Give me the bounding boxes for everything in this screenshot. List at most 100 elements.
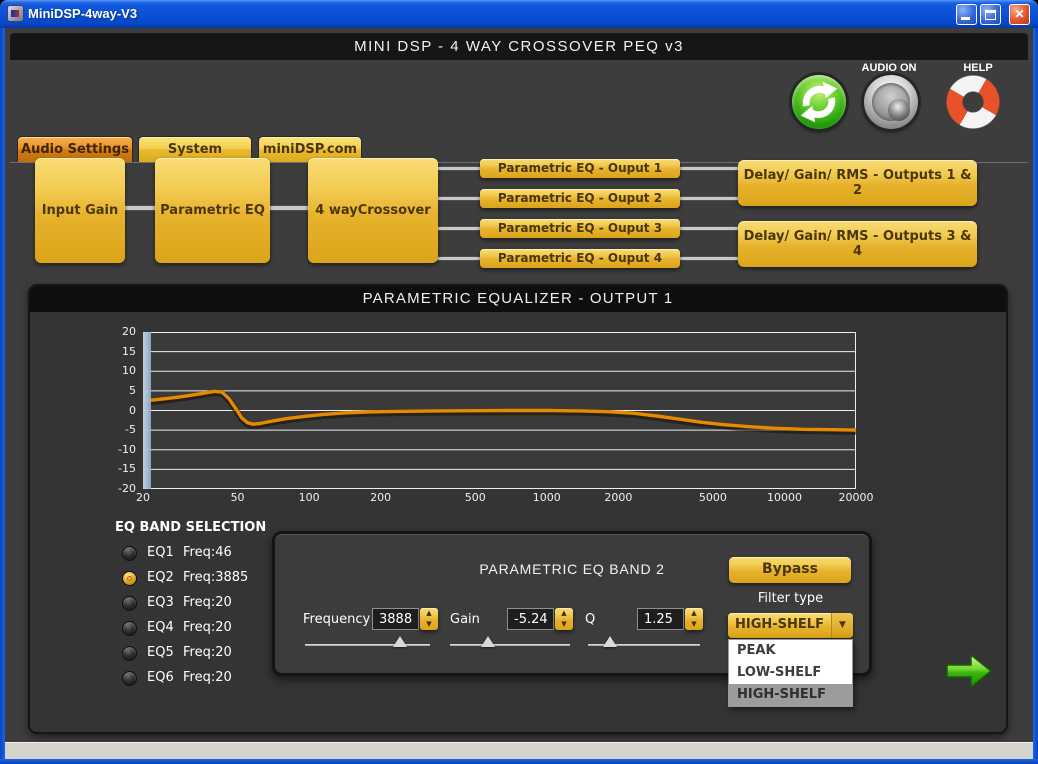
- connector-line: [268, 205, 313, 211]
- eq-band-label[interactable]: EQ1: [147, 545, 174, 560]
- app-title: MINI DSP - 4 WAY CROSSOVER PEQ v3: [10, 33, 1028, 60]
- delay-gain-rms-34-button[interactable]: Delay/ Gain/ RMS - Outputs 3 & 4: [738, 221, 977, 267]
- eq-band-label[interactable]: EQ4: [147, 620, 174, 635]
- y-axis-label: 0: [98, 404, 136, 417]
- eq-band-freq: Freq:3885: [183, 570, 248, 585]
- eq2-radio-selected[interactable]: [122, 571, 137, 586]
- input-gain-block[interactable]: Input Gain: [35, 158, 125, 263]
- x-axis: 20501002005001000200050001000020000: [143, 491, 856, 505]
- eq-band-freq: Freq:20: [183, 620, 232, 635]
- slider-thumb[interactable]: [393, 636, 407, 647]
- peq-output3-button[interactable]: Parametric EQ - Ouput 3: [480, 219, 680, 238]
- sync-arrows-icon: [792, 75, 846, 129]
- gain-input[interactable]: [507, 608, 554, 630]
- window-status-strip: [5, 742, 1033, 759]
- eq-band-label[interactable]: EQ5: [147, 645, 174, 660]
- q-input[interactable]: [637, 608, 684, 630]
- crossover-block[interactable]: 4 wayCrossover: [308, 158, 438, 263]
- frequency-input[interactable]: [372, 608, 419, 630]
- delay-gain-rms-12-button[interactable]: Delay/ Gain/ RMS - Outputs 1 & 2: [738, 160, 977, 206]
- q-slider[interactable]: [588, 636, 700, 652]
- parametric-eq-block[interactable]: Parametric EQ: [155, 158, 270, 263]
- eq-panel-title: PARAMETRIC EQUALIZER - OUTPUT 1: [30, 286, 1006, 312]
- spinner-down-icon[interactable]: ▼: [685, 619, 703, 630]
- eq-band-freq: Freq:20: [183, 595, 232, 610]
- help-label: HELP: [943, 62, 1013, 74]
- next-output-button[interactable]: [944, 651, 994, 696]
- app-content: MINI DSP - 4 WAY CROSSOVER PEQ v3 AUDIO …: [5, 28, 1033, 742]
- slider-track: [450, 644, 570, 646]
- gain-slider[interactable]: [450, 636, 570, 652]
- maximize-button[interactable]: [980, 4, 1001, 25]
- eq-curve: [143, 332, 856, 489]
- slider-track: [305, 644, 430, 646]
- sync-button[interactable]: [792, 75, 846, 129]
- y-axis-label: -5: [98, 423, 136, 436]
- connector-line: [678, 196, 740, 201]
- filter-type-options: PEAK LOW-SHELF HIGH-SHELF: [728, 639, 853, 707]
- q-spinner[interactable]: ▲ ▼: [685, 608, 703, 630]
- connector-line: [435, 196, 485, 201]
- spinner-down-icon[interactable]: ▼: [555, 619, 573, 630]
- window-titlebar[interactable]: MiniDSP-4way-V3 ✕: [0, 0, 1038, 28]
- eq-band-label[interactable]: EQ2: [147, 570, 174, 585]
- eq6-radio[interactable]: [122, 671, 137, 686]
- frequency-label: Frequency: [303, 612, 370, 627]
- x-axis-label: 500: [465, 491, 486, 504]
- green-arrow-icon: [944, 651, 994, 691]
- slider-thumb[interactable]: [481, 636, 495, 647]
- window-border-bottom: [0, 759, 1038, 764]
- close-button[interactable]: ✕: [1009, 4, 1030, 25]
- x-axis-label: 10000: [767, 491, 802, 504]
- chevron-down-icon[interactable]: ▼: [831, 613, 853, 638]
- spinner-up-icon[interactable]: ▲: [420, 608, 438, 619]
- eq1-radio[interactable]: [122, 546, 137, 561]
- eq-panel-header: PARAMETRIC EQUALIZER - OUTPUT 1: [30, 286, 1006, 312]
- y-axis-label: 5: [98, 384, 136, 397]
- filter-type-dropdown[interactable]: HIGH-SHELF ▼: [728, 613, 853, 638]
- y-axis-label: 15: [98, 345, 136, 358]
- eq-band-freq: Freq:46: [183, 545, 232, 560]
- audio-on-button[interactable]: [864, 75, 918, 129]
- speaker-icon: [872, 83, 910, 121]
- app-header-band: MINI DSP - 4 WAY CROSSOVER PEQ v3: [10, 33, 1028, 60]
- spinner-up-icon[interactable]: ▲: [555, 608, 573, 619]
- peq-output1-button[interactable]: Parametric EQ - Ouput 1: [480, 159, 680, 178]
- connector-line: [435, 256, 485, 261]
- x-axis-label: 1000: [533, 491, 561, 504]
- frequency-slider[interactable]: [305, 636, 430, 652]
- spinner-down-icon[interactable]: ▼: [420, 619, 438, 630]
- spinner-up-icon[interactable]: ▲: [685, 608, 703, 619]
- app-icon: [7, 5, 24, 22]
- x-axis-label: 20000: [839, 491, 874, 504]
- eq5-radio[interactable]: [122, 646, 137, 661]
- option-peak[interactable]: PEAK: [729, 640, 852, 662]
- gain-label: Gain: [450, 612, 480, 627]
- q-label: Q: [585, 612, 595, 627]
- help-button[interactable]: [946, 75, 1000, 129]
- filter-type-value: HIGH-SHELF: [728, 613, 831, 638]
- audio-on-label: AUDIO ON: [854, 62, 924, 74]
- connector-line: [435, 166, 485, 171]
- eq-band-selection-heading: EQ BAND SELECTION: [115, 520, 266, 535]
- minimize-button[interactable]: [956, 4, 977, 25]
- eq4-radio[interactable]: [122, 621, 137, 636]
- eq3-radio[interactable]: [122, 596, 137, 611]
- gain-spinner[interactable]: ▲ ▼: [555, 608, 573, 630]
- app-window: MiniDSP-4way-V3 ✕ MINI DSP - 4 WAY CROSS…: [0, 0, 1038, 764]
- bypass-button[interactable]: Bypass: [729, 557, 851, 583]
- maximize-icon: [985, 10, 996, 20]
- option-low-shelf[interactable]: LOW-SHELF: [729, 662, 852, 684]
- peq-output4-button[interactable]: Parametric EQ - Ouput 4: [480, 249, 680, 268]
- x-axis-label: 50: [231, 491, 245, 504]
- connector-line: [435, 226, 485, 231]
- y-axis-label: -20: [98, 482, 136, 495]
- peq-output2-button[interactable]: Parametric EQ - Ouput 2: [480, 189, 680, 208]
- frequency-spinner[interactable]: ▲ ▼: [420, 608, 438, 630]
- option-high-shelf[interactable]: HIGH-SHELF: [729, 684, 852, 706]
- chart-level-bar: [143, 332, 151, 489]
- y-axis-label: 20: [98, 325, 136, 338]
- eq-band-label[interactable]: EQ6: [147, 670, 174, 685]
- eq-band-label[interactable]: EQ3: [147, 595, 174, 610]
- slider-thumb[interactable]: [603, 636, 617, 647]
